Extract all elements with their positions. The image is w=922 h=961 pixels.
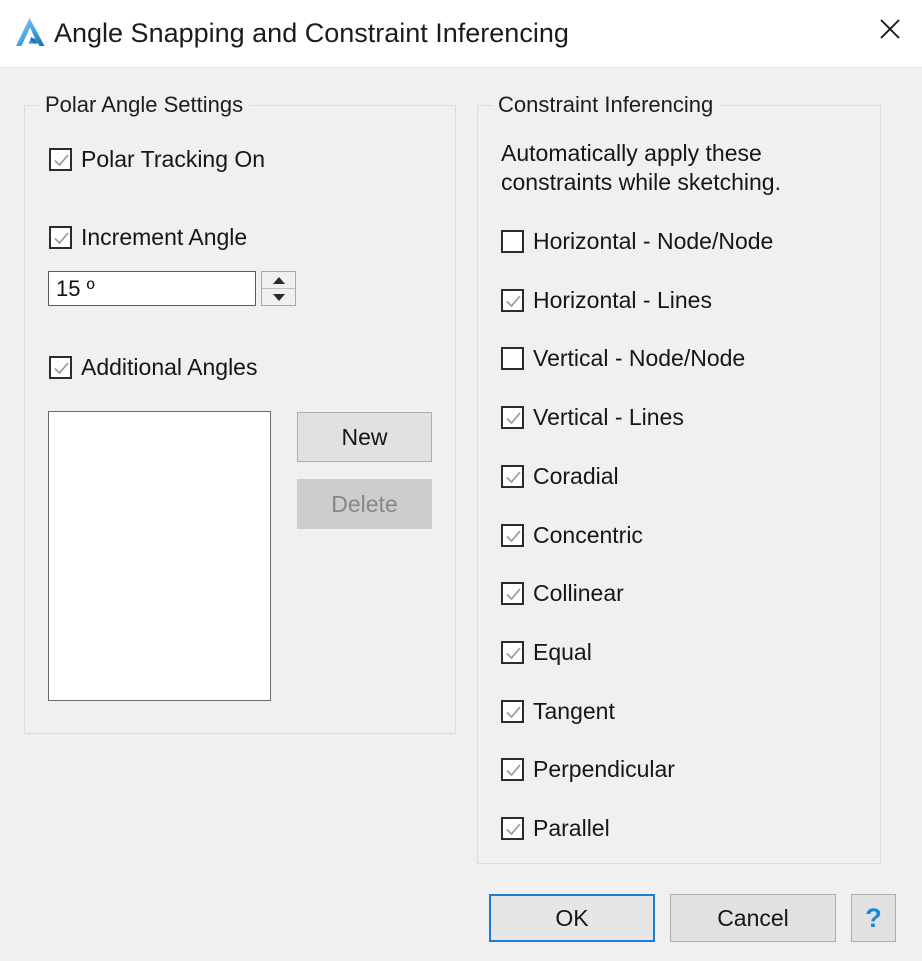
checkbox-constraint-1[interactable]: Horizontal - Lines bbox=[501, 287, 712, 313]
title-bar: Angle Snapping and Constraint Inferencin… bbox=[0, 0, 922, 68]
polar-angle-settings-legend: Polar Angle Settings bbox=[39, 92, 250, 118]
checkbox-label: Concentric bbox=[533, 522, 643, 548]
stepper-up-button[interactable] bbox=[262, 272, 295, 289]
checkbox-box bbox=[49, 225, 72, 249]
stepper-down-button[interactable] bbox=[262, 289, 295, 305]
checkbox-constraint-2[interactable]: Vertical - Node/Node bbox=[501, 345, 745, 371]
checkbox-label: Horizontal - Lines bbox=[533, 287, 712, 313]
check-icon bbox=[54, 361, 69, 374]
checkbox-increment-angle[interactable]: Increment Angle bbox=[49, 224, 247, 250]
check-icon bbox=[506, 646, 521, 659]
checkbox-constraint-8[interactable]: Tangent bbox=[501, 698, 615, 724]
check-icon bbox=[54, 231, 69, 244]
checkbox-constraint-4[interactable]: Coradial bbox=[501, 463, 619, 489]
checkbox-polar-tracking-on[interactable]: Polar Tracking On bbox=[49, 146, 265, 172]
checkbox-box bbox=[501, 816, 524, 840]
checkbox-label: Coradial bbox=[533, 463, 619, 489]
check-icon bbox=[54, 153, 69, 166]
checkbox-label: Vertical - Node/Node bbox=[533, 345, 746, 371]
checkbox-additional-angles[interactable]: Additional Angles bbox=[49, 354, 257, 380]
additional-angles-listbox[interactable] bbox=[48, 411, 271, 701]
check-icon bbox=[506, 587, 521, 600]
constraint-hint-text: Automatically apply these constraints wh… bbox=[501, 140, 781, 195]
checkbox-label: Tangent bbox=[533, 698, 615, 724]
checkbox-label: Additional Angles bbox=[81, 354, 258, 380]
cancel-button[interactable]: Cancel bbox=[670, 894, 836, 942]
close-icon[interactable] bbox=[858, 0, 922, 58]
checkbox-box bbox=[501, 405, 524, 429]
checkbox-box bbox=[501, 229, 524, 253]
checkbox-box bbox=[501, 523, 524, 547]
check-icon bbox=[506, 294, 521, 307]
checkbox-label: Parallel bbox=[533, 815, 610, 841]
checkbox-box bbox=[49, 355, 72, 379]
checkbox-box bbox=[501, 757, 524, 781]
check-icon bbox=[506, 705, 521, 718]
checkbox-constraint-3[interactable]: Vertical - Lines bbox=[501, 404, 684, 430]
checkbox-label: Collinear bbox=[533, 580, 624, 606]
checkbox-label: Perpendicular bbox=[533, 756, 675, 782]
delete-button: Delete bbox=[297, 479, 432, 529]
increment-angle-stepper[interactable] bbox=[261, 271, 296, 306]
checkbox-label: Vertical - Lines bbox=[533, 404, 684, 430]
new-button[interactable]: New bbox=[297, 412, 432, 462]
check-icon bbox=[506, 470, 521, 483]
triangle-down-icon bbox=[272, 293, 285, 301]
constraint-inferencing-legend: Constraint Inferencing bbox=[492, 92, 720, 118]
checkbox-constraint-5[interactable]: Concentric bbox=[501, 522, 643, 548]
check-icon bbox=[506, 411, 521, 424]
increment-angle-input[interactable] bbox=[48, 271, 256, 306]
checkbox-constraint-0[interactable]: Horizontal - Node/Node bbox=[501, 228, 773, 254]
checkbox-constraint-6[interactable]: Collinear bbox=[501, 580, 624, 606]
checkbox-box bbox=[501, 581, 524, 605]
check-icon bbox=[506, 763, 521, 776]
checkbox-constraint-9[interactable]: Perpendicular bbox=[501, 756, 675, 782]
checkbox-box bbox=[49, 147, 72, 171]
checkbox-box bbox=[501, 288, 524, 312]
checkbox-box bbox=[501, 346, 524, 370]
triangle-up-icon bbox=[272, 276, 285, 284]
checkbox-box bbox=[501, 699, 524, 723]
help-button[interactable]: ? bbox=[851, 894, 896, 942]
checkbox-label: Horizontal - Node/Node bbox=[533, 228, 774, 254]
checkbox-box bbox=[501, 640, 524, 664]
checkbox-label: Increment Angle bbox=[81, 224, 248, 250]
checkbox-box bbox=[501, 464, 524, 488]
check-icon bbox=[506, 822, 521, 835]
checkbox-constraint-7[interactable]: Equal bbox=[501, 639, 592, 665]
ok-button[interactable]: OK bbox=[489, 894, 655, 942]
autocad-a-logo-icon bbox=[10, 13, 50, 53]
check-icon bbox=[506, 529, 521, 542]
window-title: Angle Snapping and Constraint Inferencin… bbox=[54, 18, 569, 48]
checkbox-label: Polar Tracking On bbox=[81, 146, 266, 172]
checkbox-label: Equal bbox=[533, 639, 592, 665]
checkbox-constraint-10[interactable]: Parallel bbox=[501, 815, 610, 841]
